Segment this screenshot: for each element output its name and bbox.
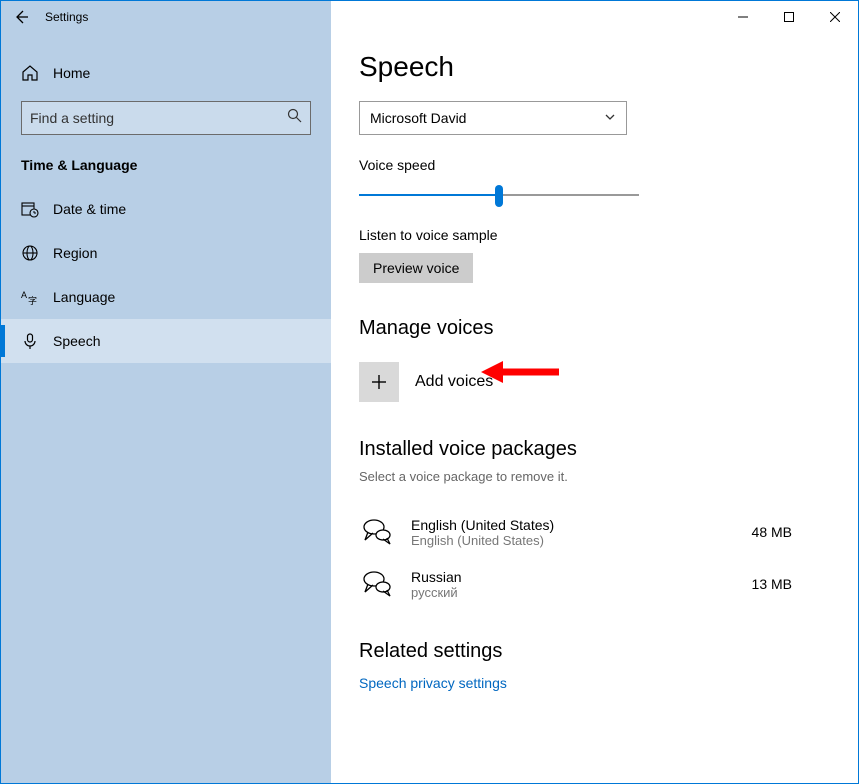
settings-window: Settings Home <box>0 0 859 784</box>
package-sub: English (United States) <box>411 533 736 548</box>
microphone-icon <box>21 332 39 350</box>
sidebar-item-region[interactable]: Region <box>1 231 331 275</box>
voice-package-row[interactable]: English (United States) English (United … <box>359 506 822 558</box>
manage-voices-header: Manage voices <box>359 317 822 340</box>
sidebar-item-speech[interactable]: Speech <box>1 319 331 363</box>
package-name: Russian <box>411 569 736 585</box>
package-texts: Russian русский <box>411 569 736 600</box>
language-icon: A字 <box>21 288 39 306</box>
voice-select-value: Microsoft David <box>370 110 466 126</box>
sidebar-item-language[interactable]: A字 Language <box>1 275 331 319</box>
package-texts: English (United States) English (United … <box>411 517 736 548</box>
sidebar-item-label: Region <box>53 245 97 261</box>
add-voices-label: Add voices <box>415 373 493 391</box>
voice-speed-label: Voice speed <box>359 157 822 173</box>
sidebar-item-label: Speech <box>53 333 100 349</box>
sidebar: Home Time & Language Date & time <box>1 33 331 783</box>
related-settings-header: Related settings <box>359 640 822 663</box>
preview-voice-button[interactable]: Preview voice <box>359 253 473 283</box>
back-button[interactable] <box>1 1 41 33</box>
package-size: 48 MB <box>752 524 822 540</box>
home-icon <box>21 64 39 82</box>
titlebar: Settings <box>1 1 858 33</box>
add-voices-button[interactable]: Add voices <box>359 362 822 402</box>
sidebar-item-label: Date & time <box>53 201 126 217</box>
window-controls <box>720 1 858 33</box>
sidebar-item-date-time[interactable]: Date & time <box>1 187 331 231</box>
slider-fill <box>359 194 499 196</box>
voice-select[interactable]: Microsoft David <box>359 101 627 135</box>
search-icon <box>287 108 302 128</box>
chevron-down-icon <box>604 110 616 126</box>
search-wrap <box>1 101 331 153</box>
globe-icon <box>21 244 39 262</box>
voice-package-row[interactable]: Russian русский 13 MB <box>359 558 822 610</box>
home-button[interactable]: Home <box>1 51 331 95</box>
section-header: Time & Language <box>1 153 331 187</box>
close-button[interactable] <box>812 1 858 33</box>
search-box[interactable] <box>21 101 311 135</box>
sidebar-item-label: Language <box>53 289 115 305</box>
speech-bubble-icon <box>359 514 395 550</box>
plus-icon <box>359 362 399 402</box>
listen-label: Listen to voice sample <box>359 227 822 243</box>
speech-bubble-icon <box>359 566 395 602</box>
maximize-button[interactable] <box>766 1 812 33</box>
main-content: Speech Microsoft David Voice speed Liste… <box>331 33 858 783</box>
search-input[interactable] <box>30 110 287 126</box>
installed-header: Installed voice packages <box>359 438 822 461</box>
calendar-clock-icon <box>21 200 39 218</box>
package-name: English (United States) <box>411 517 736 533</box>
home-label: Home <box>53 65 90 81</box>
speech-privacy-link[interactable]: Speech privacy settings <box>359 675 507 691</box>
voice-speed-slider[interactable] <box>359 183 639 207</box>
slider-thumb[interactable] <box>495 185 503 207</box>
package-size: 13 MB <box>752 576 822 592</box>
installed-subtext: Select a voice package to remove it. <box>359 469 822 484</box>
svg-text:字: 字 <box>28 295 37 306</box>
package-sub: русский <box>411 585 736 600</box>
minimize-button[interactable] <box>720 1 766 33</box>
window-title: Settings <box>45 10 88 24</box>
svg-text:A: A <box>21 290 27 300</box>
page-title: Speech <box>359 51 822 83</box>
